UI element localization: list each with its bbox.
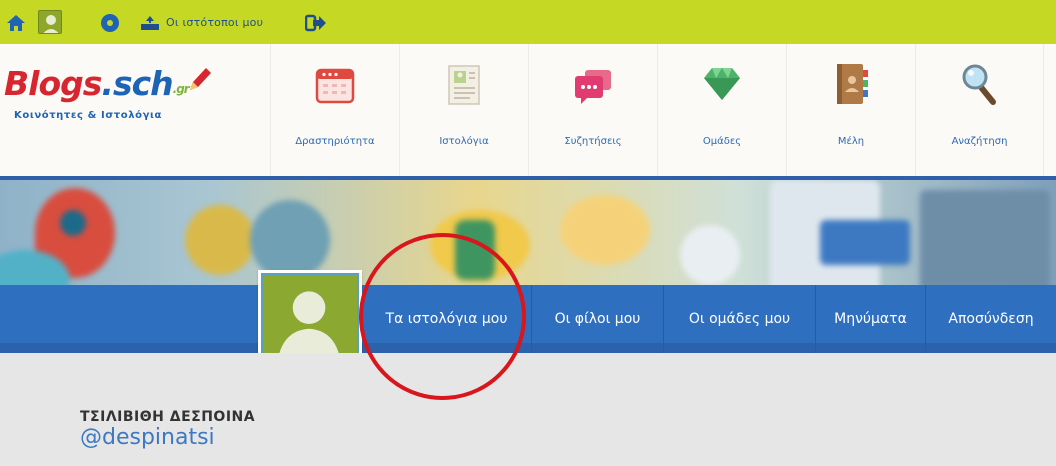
tab-my-friends[interactable]: Οι φίλοι μου: [532, 285, 664, 353]
banner-shape: [560, 195, 650, 265]
admin-toolbar: Οι ιστότοποι μου: [0, 0, 1056, 44]
banner-shape: [820, 220, 910, 265]
profile-name: ΤΣΙΛΙΒΙΘΗ ΔΕΣΠΟΙΝΑ: [80, 409, 256, 425]
profile-tabs: Τα ιστολόγια μου Οι φίλοι μου Οι ομάδες …: [362, 285, 1056, 353]
cover-banner: [0, 180, 1056, 285]
logo-text-blogs: Blogs: [4, 64, 102, 103]
banner-shape: [920, 190, 1050, 285]
logo-subtitle: Κοινότητες & Ιστολόγια: [14, 110, 162, 121]
nav-item-discussions[interactable]: Συζητήσεις: [528, 44, 657, 176]
main-nav: Δραστηριότητα Ιστολόγια Συζητήσεις Ομάδε…: [270, 44, 1044, 176]
logo-pencil-icon: [190, 68, 211, 90]
user-avatar-icon[interactable]: [38, 10, 62, 34]
profile-navbar: Τα ιστολόγια μου Οι φίλοι μου Οι ομάδες …: [0, 285, 1056, 353]
calendar-icon: [315, 68, 355, 104]
site-header: Blogs.sch.gr Κοινότητες & Ιστολόγια Δρασ…: [0, 44, 1056, 176]
dashboard-icon[interactable]: [101, 14, 119, 32]
tab-messages[interactable]: Μηνύματα: [816, 285, 926, 353]
my-sites-link[interactable]: Οι ιστότοποι μου: [166, 16, 263, 29]
document-icon: [448, 65, 480, 105]
banner-shape: [455, 220, 495, 280]
nav-item-blogs[interactable]: Ιστολόγια: [399, 44, 528, 176]
chat-icon: [575, 70, 611, 104]
gem-icon: [704, 68, 740, 100]
profile-handle: @despinatsi: [80, 425, 215, 450]
nav-item-activity[interactable]: Δραστηριότητα: [270, 44, 399, 176]
nav-label-search: Αναζήτηση: [951, 136, 1008, 147]
magnifier-icon: [962, 64, 996, 105]
nav-item-members[interactable]: Μέλη: [786, 44, 915, 176]
nav-item-groups[interactable]: Ομάδες: [657, 44, 786, 176]
address-book-icon: [837, 64, 868, 104]
banner-shape: [250, 200, 330, 280]
nav-label-members: Μέλη: [837, 136, 865, 147]
tab-logout[interactable]: Αποσύνδεση: [926, 285, 1056, 353]
profile-content: ΤΣΙΛΙΒΙΘΗ ΔΕΣΠΟΙΝΑ @despinatsi: [0, 353, 1056, 466]
nav-label-activity: Δραστηριότητα: [295, 136, 375, 147]
nav-label-groups: Ομάδες: [702, 136, 742, 147]
banner-shape: [680, 225, 740, 285]
tab-my-groups[interactable]: Οι ομάδες μου: [664, 285, 816, 353]
logout-icon[interactable]: [305, 14, 327, 32]
network-sites-icon[interactable]: [140, 15, 160, 31]
nav-label-discussions: Συζητήσεις: [564, 136, 622, 147]
banner-shape: [60, 210, 86, 236]
banner-shape: [185, 205, 255, 275]
home-icon[interactable]: [6, 13, 26, 33]
tab-my-blogs[interactable]: Τα ιστολόγια μου: [362, 285, 532, 353]
site-logo[interactable]: Blogs.sch.gr: [4, 64, 190, 103]
nav-item-search[interactable]: Αναζήτηση: [915, 44, 1044, 176]
nav-label-blogs: Ιστολόγια: [439, 136, 489, 147]
logo-text-sch: .sch: [101, 64, 173, 103]
